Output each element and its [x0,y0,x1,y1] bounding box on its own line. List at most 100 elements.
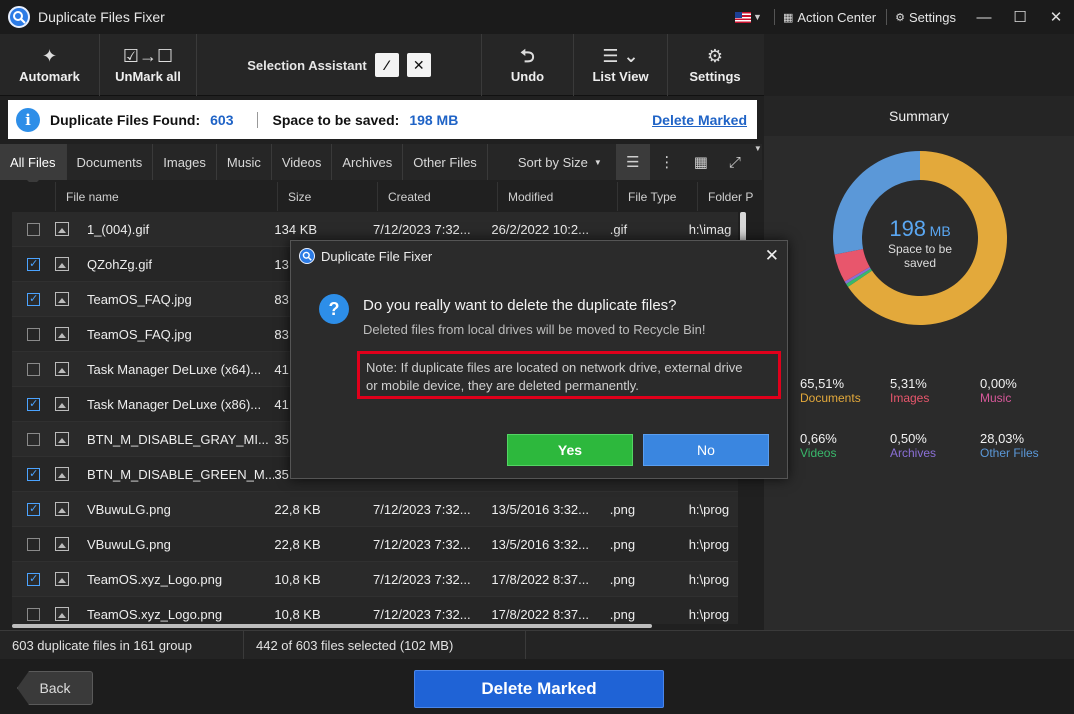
row-checkbox[interactable] [27,362,41,376]
selection-tools-button[interactable]: ✕ [406,53,431,77]
settings-button[interactable]: ⚙ Settings [668,34,762,96]
file-type: .png [609,536,636,552]
table-row[interactable]: ✓ TeamOS.xyz_Logo.png 10,8 KB 7/12/2023 7:3… [12,562,738,597]
dialog-close-icon[interactable]: ✕ [765,246,779,266]
image-file-icon [55,502,70,516]
row-checkbox[interactable] [27,222,41,236]
magic-wand-icon: ✦ [41,46,58,66]
file-name: VBuwuLG.png [86,501,171,517]
file-name: Task Manager DeLuxe (x64)... [86,361,262,377]
wand-icon: ⁄ [385,57,388,73]
table-row[interactable]: ✓ VBuwuLG.png 22,8 KB 7/12/2023 7:32... 13/5… [12,492,738,527]
expand-icon[interactable]: ⤢ [718,144,752,180]
file-name: QZohZg.gif [86,256,152,272]
column-file-name[interactable]: File name [56,182,278,211]
minimize-button[interactable]: — [966,0,1002,34]
chevron-down-icon[interactable]: ▼ [754,144,762,180]
space-label: Space to be saved: [272,111,400,128]
back-button[interactable]: Back [17,671,93,705]
column-size[interactable]: Size [278,182,378,211]
title-settings-button[interactable]: ⚙ Settings [895,10,956,25]
image-file-icon [55,397,70,411]
column-file-type[interactable]: File Type [618,182,698,211]
row-checkbox[interactable] [27,537,41,551]
detail-view-icon[interactable]: ⋮ [650,144,684,180]
donut-center: 198 MB Space to be saved [830,216,1010,270]
row-checkbox[interactable] [27,327,41,341]
status-groups: 603 duplicate files in 161 group [0,630,244,660]
no-button[interactable]: No [643,434,769,466]
duplicate-info-bar: i Duplicate Files Found: 603 Space to be… [8,100,757,139]
legend-item-images: 5,31% Images [890,376,930,405]
delete-marked-button[interactable]: Delete Marked [414,670,664,708]
horizontal-scrollbar[interactable] [12,624,652,628]
table-row[interactable]: TeamOS.xyz_Logo.png 10,8 KB 7/12/2023 7:32… [12,597,738,624]
file-name: TeamOS_FAQ.jpg [86,291,192,307]
delete-marked-link[interactable]: Delete Marked [652,112,747,128]
category-tabs: All Files Documents Images Music Videos … [0,144,762,186]
list-view-button[interactable]: ☰ ⌄ List View [574,34,668,96]
image-file-icon [55,362,70,376]
column-created[interactable]: Created [378,182,498,211]
file-created: 7/12/2023 7:32... [373,536,471,552]
grid-view-icon[interactable]: ▦ [684,144,718,180]
sort-dropdown[interactable]: Sort by Size ▼ [518,155,602,170]
language-flag-icon[interactable] [735,11,752,23]
table-row[interactable]: VBuwuLG.png 22,8 KB 7/12/2023 7:32... 13/5/… [12,527,738,562]
dialog-note: Note: If duplicate files are located on … [357,351,781,399]
dialog-title-bar: Duplicate File Fixer [291,241,787,271]
list-view-icon[interactable]: ☰ [615,144,650,180]
tab-videos[interactable]: Videos [272,144,333,180]
tab-archives[interactable]: Archives [332,144,404,180]
row-checkbox[interactable]: ✓ [27,257,41,271]
file-name: 1_(004).gif [86,221,150,237]
automark-button[interactable]: ✦ Automark [0,34,100,96]
title-bar: Duplicate Files Fixer ▼ ▦ Action Center … [0,0,1074,34]
file-size: 22,8 KB [274,536,321,552]
file-modified: 17/8/2022 8:37... [491,571,589,587]
undo-button[interactable]: ⮌ Undo [482,34,574,96]
action-center-button[interactable]: ▦ Action Center [783,10,876,25]
file-size: 10,8 KB [274,606,321,622]
tab-all-files[interactable]: All Files [0,144,67,186]
row-checkbox[interactable]: ✓ [27,502,41,516]
file-modified: 13/5/2016 3:32... [491,501,589,517]
space-value: 198 MB [409,111,459,128]
row-checkbox[interactable]: ✓ [27,467,41,481]
tab-music[interactable]: Music [217,144,272,180]
close-window-button[interactable]: ✕ [1038,0,1074,34]
unmark-icon: ☑→☐ [122,46,174,66]
image-file-icon [55,607,70,621]
row-checkbox[interactable] [27,607,41,621]
column-modified[interactable]: Modified [498,182,618,211]
row-checkbox[interactable]: ✓ [27,292,41,306]
list-icon: ☰ ⌄ [602,46,639,66]
unmark-all-button[interactable]: ☑→☐ UnMark all [100,34,197,96]
undo-icon: ⮌ [520,46,535,66]
chevron-down-icon[interactable]: ▼ [753,12,762,22]
file-name: VBuwuLG.png [86,536,171,552]
file-modified: 26/2/2022 10:2... [491,221,589,237]
app-logo-icon [299,248,315,264]
tab-images[interactable]: Images [153,144,217,180]
file-modified: 17/8/2022 8:37... [491,606,589,622]
row-checkbox[interactable]: ✓ [27,397,41,411]
image-file-icon [55,537,70,551]
column-folder-path[interactable]: Folder P [698,182,762,211]
image-file-icon [55,432,70,446]
tab-documents[interactable]: Documents [67,144,154,180]
file-folder: h:\prog [688,571,730,587]
file-created: 7/12/2023 7:32... [373,606,471,622]
status-selected: 442 of 603 files selected (102 MB) [244,630,526,660]
gear-icon: ⚙ [706,46,724,66]
file-size: 10,8 KB [274,571,321,587]
selection-wand-button[interactable]: ⁄ [374,53,399,77]
file-folder: h:\prog [688,501,730,517]
tab-other-files[interactable]: Other Files [403,144,488,180]
yes-button[interactable]: Yes [507,434,633,466]
info-icon: i [16,107,40,132]
row-checkbox[interactable]: ✓ [27,572,41,586]
file-type: .png [609,571,636,587]
maximize-button[interactable]: ☐ [1002,0,1038,34]
row-checkbox[interactable] [27,432,41,446]
